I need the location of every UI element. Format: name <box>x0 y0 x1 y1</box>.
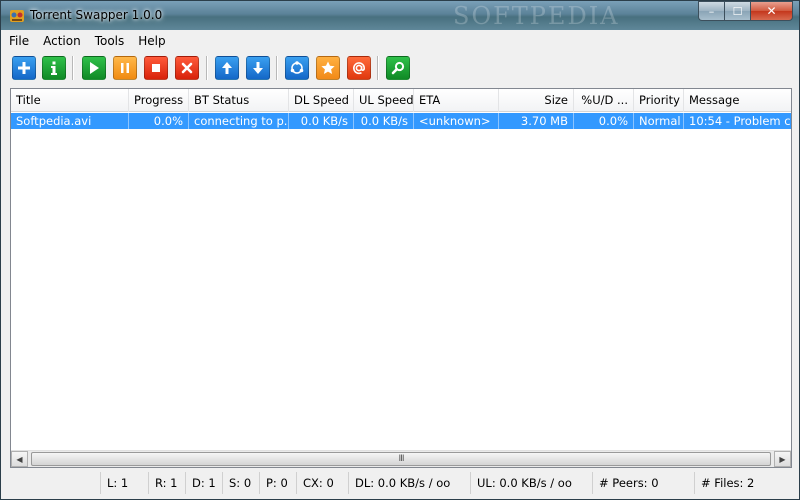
menu-file[interactable]: File <box>2 34 36 48</box>
status-ul: UL: 0.0 KB/s / oo <box>470 472 592 494</box>
scroll-left-button[interactable]: ◀ <box>11 451 28 467</box>
play-icon <box>90 62 99 74</box>
cell-dl-speed: 0.0 KB/s <box>289 113 354 129</box>
status-l: L: 1 <box>100 472 148 494</box>
search-icon <box>391 61 405 75</box>
toolbar <box>2 52 798 86</box>
share-button[interactable] <box>285 56 309 80</box>
status-bar: L: 1 R: 1 D: 1 S: 0 P: 0 CX: 0 DL: 0.0 K… <box>2 471 798 497</box>
table-row[interactable]: Softpedia.avi 0.0% connecting to p... 0.… <box>11 113 791 129</box>
menu-bar: File Action Tools Help <box>2 30 798 51</box>
status-cx: CX: 0 <box>296 472 348 494</box>
torrent-list[interactable]: Title Progress BT Status DL Speed UL Spe… <box>10 88 792 468</box>
col-bt-status[interactable]: BT Status <box>189 89 289 112</box>
cell-size: 3.70 MB <box>499 113 574 129</box>
add-torrent-button[interactable] <box>12 56 36 80</box>
arrow-down-icon <box>253 62 263 74</box>
cell-ul-speed: 0.0 KB/s <box>354 113 414 129</box>
scroll-right-button[interactable]: ▶ <box>774 451 791 467</box>
status-r: R: 1 <box>148 472 185 494</box>
col-title[interactable]: Title <box>11 89 129 112</box>
stop-icon <box>152 64 160 72</box>
cell-eta: <unknown> <box>414 113 499 129</box>
scroll-thumb[interactable]: III <box>31 452 771 466</box>
status-s: S: 0 <box>222 472 259 494</box>
move-up-button[interactable] <box>215 56 239 80</box>
col-ul-speed[interactable]: UL Speed <box>354 89 414 112</box>
search-button[interactable] <box>386 56 410 80</box>
email-button[interactable] <box>347 56 371 80</box>
col-ud-ratio[interactable]: %U/D ... <box>574 89 634 112</box>
minimize-button[interactable]: – <box>698 1 724 21</box>
remove-icon <box>181 62 193 74</box>
cell-ud-ratio: 0.0% <box>574 113 634 129</box>
status-peers: # Peers: 0 <box>592 472 694 494</box>
col-message[interactable]: Message <box>684 89 791 112</box>
favorite-button[interactable] <box>316 56 340 80</box>
pause-button[interactable] <box>113 56 137 80</box>
add-icon <box>18 62 30 74</box>
share-icon <box>290 61 304 74</box>
menu-tools[interactable]: Tools <box>88 34 132 48</box>
cell-progress: 0.0% <box>129 113 189 129</box>
softpedia-watermark: SOFTPEDIA <box>453 2 620 30</box>
info-icon <box>51 61 57 75</box>
col-progress[interactable]: Progress <box>129 89 189 112</box>
status-p: P: 0 <box>259 472 296 494</box>
move-down-button[interactable] <box>246 56 270 80</box>
menu-help[interactable]: Help <box>131 34 172 48</box>
app-logo-icon <box>10 10 24 22</box>
col-eta[interactable]: ETA <box>414 89 499 112</box>
arrow-up-icon <box>222 62 232 74</box>
remove-button[interactable] <box>175 56 199 80</box>
title-bar[interactable]: Torrent Swapper 1.0.0 SOFTPEDIA – ☐ ✕ <box>1 1 799 30</box>
col-size[interactable]: Size <box>499 89 574 112</box>
maximize-button[interactable]: ☐ <box>724 1 750 21</box>
status-d: D: 1 <box>185 472 222 494</box>
close-button[interactable]: ✕ <box>750 1 793 21</box>
cell-message: 10:54 - Problem conn <box>689 114 791 128</box>
menu-action[interactable]: Action <box>36 34 88 48</box>
app-window: Torrent Swapper 1.0.0 SOFTPEDIA – ☐ ✕ Fi… <box>0 0 800 500</box>
info-button[interactable] <box>42 56 66 80</box>
window-title: Torrent Swapper 1.0.0 <box>30 8 163 22</box>
column-header: Title Progress BT Status DL Speed UL Spe… <box>11 89 791 112</box>
horizontal-scrollbar[interactable]: ◀ III ▶ <box>11 450 791 467</box>
cell-bt-status: connecting to p... <box>189 113 289 129</box>
status-dl: DL: 0.0 KB/s / oo <box>348 472 470 494</box>
status-files: # Files: 2 <box>694 472 798 494</box>
star-icon <box>321 61 335 74</box>
cell-priority: Normal <box>634 113 684 129</box>
stop-button[interactable] <box>144 56 168 80</box>
pause-icon <box>121 63 129 73</box>
col-dl-speed[interactable]: DL Speed <box>289 89 354 112</box>
email-icon <box>353 62 366 75</box>
col-priority[interactable]: Priority <box>634 89 684 112</box>
start-button[interactable] <box>82 56 106 80</box>
cell-title: Softpedia.avi <box>11 113 129 129</box>
